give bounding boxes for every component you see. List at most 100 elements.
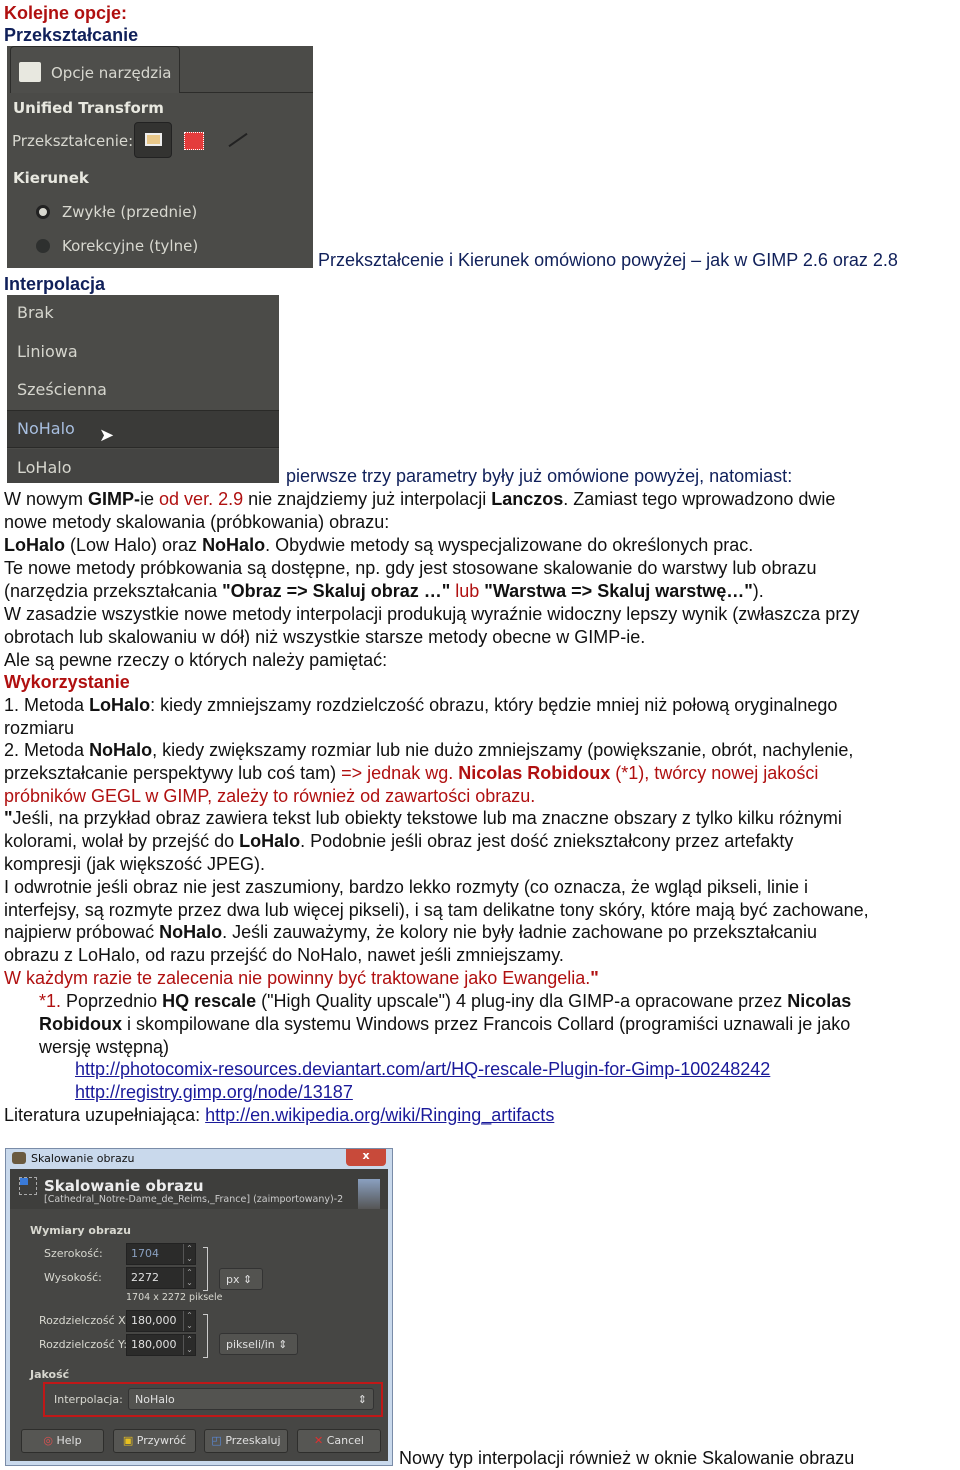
scale-button[interactable]: ◰ Przeskaluj — [204, 1429, 288, 1453]
text-segment: (narzędzia przekształcania — [4, 581, 223, 601]
close-button[interactable]: x — [346, 1149, 386, 1166]
window-title: Skalowanie obrazu — [31, 1152, 135, 1165]
scale-image-dialog: Skalowanie obrazu x Skalowanie obrazu [C… — [5, 1148, 393, 1466]
body-line: Te nowe metody próbkowania są dostępne, … — [4, 557, 816, 579]
transform-layer-button — [134, 122, 172, 158]
text-segment: 2. Metoda — [4, 740, 90, 760]
size-info: 1704 x 2272 piksele — [126, 1292, 223, 1303]
link[interactable]: http://registry.gimp.org/node/13187 — [75, 1082, 353, 1102]
quality-heading: Jakość — [30, 1368, 70, 1381]
text-segment: LoHalo — [239, 831, 301, 851]
text-segment: *1. — [39, 991, 62, 1011]
text-segment: Nicolas Robidoux — [458, 763, 611, 783]
text-segment: => jednak wg. — [341, 763, 459, 783]
text-segment: Jeśli, na przykład obraz zawiera tekst l… — [12, 808, 842, 828]
body-line: Robidoux i skompilowane dla systemu Wind… — [39, 1013, 850, 1035]
link[interactable]: http://en.wikipedia.org/wiki/Ringing_art… — [205, 1105, 554, 1125]
res-x-input[interactable]: 180,000 ⌃ ⌄ — [126, 1310, 196, 1332]
scale-icon: ◰ — [211, 1434, 222, 1447]
text-segment: rozmiaru — [4, 718, 75, 738]
interpolation-select[interactable]: NoHalo ⇕ — [128, 1388, 374, 1410]
res-unit-select[interactable]: pikseli/in ⇕ — [219, 1333, 298, 1355]
res-y-input[interactable]: 180,000 ⌃ ⌄ — [126, 1334, 196, 1356]
menu-item-nohalo: NoHalo — [17, 419, 75, 438]
interpolation-label: Interpolacja: — [54, 1393, 123, 1406]
transform-label: Przekształcenie: — [12, 132, 134, 150]
menu-item-lohalo: LoHalo — [17, 458, 72, 477]
body-line: wersję wstępną) — [39, 1036, 169, 1058]
text-segment: obrotach lub skalowaniu w dół) niż wszys… — [4, 627, 646, 647]
text-segment: 1. Metoda — [4, 695, 90, 715]
text-segment: Lanczos — [491, 489, 564, 509]
image-thumbnail — [358, 1179, 380, 1209]
height-input[interactable]: 2272 ⌃ ⌄ — [126, 1267, 196, 1289]
body-line: Ale są pewne rzeczy o których należy pam… — [4, 649, 387, 671]
text-segment: przekształcanie perspektywy lub coś tam) — [4, 763, 342, 783]
caption-interpolation: pierwsze trzy parametry były już omówion… — [286, 466, 793, 486]
body-line: kolorami, wolał by przejść do LoHalo. Po… — [4, 830, 793, 852]
text-segment: ie — [140, 489, 160, 509]
interpolation-menu-screenshot: Brak Liniowa Sześcienna NoHalo ➤ LoHalo — [7, 295, 279, 483]
body-line: http://registry.gimp.org/node/13187 — [75, 1081, 353, 1103]
chain-link-icon[interactable] — [203, 1247, 208, 1291]
cursor-icon: ➤ — [99, 425, 115, 446]
text-segment: obrazu z LoHalo, od razu przejść do NoHa… — [4, 945, 564, 965]
layer-icon — [145, 133, 162, 146]
text-segment: "Warstwa => Skaluj warstwę…" — [484, 581, 753, 601]
text-segment: nowe metody skalowania (próbkowania) obr… — [4, 512, 390, 532]
link[interactable]: http://photocomix-resources.deviantart.c… — [75, 1059, 770, 1079]
text-segment: Poprzednio — [61, 991, 163, 1011]
selection-icon — [184, 132, 204, 150]
cancel-icon: ✕ — [314, 1434, 324, 1447]
menu-item-cubic: Sześcienna — [17, 380, 107, 399]
text-segment: " — [590, 968, 599, 988]
radio-corrective — [36, 239, 50, 253]
text-segment: I odwrotnie jeśli obraz nie jest zaszumi… — [4, 877, 809, 897]
text-segment: Robidoux — [39, 1014, 122, 1034]
heading-next-options: Kolejne opcje: — [4, 3, 128, 23]
text-segment: wersję wstępną) — [39, 1037, 170, 1057]
text-segment: , kiedy zwiększamy rozmiar lub nie dużo … — [152, 740, 854, 760]
text-segment: najpierw próbować — [4, 922, 160, 942]
radio-normal — [36, 205, 50, 219]
text-segment: i skompilowane dla systemu Windows przez… — [122, 1014, 851, 1034]
text-segment: kolorami, wolał by przejść do — [4, 831, 240, 851]
body-line: przekształcanie perspektywy lub coś tam)… — [4, 762, 818, 784]
menu-item-none: Brak — [17, 303, 54, 322]
text-segment: . Jeśli zauważymy, że kolory nie były ła… — [222, 922, 818, 942]
scale-icon — [19, 1177, 37, 1195]
tab-label: Opcje narzędzia — [51, 64, 172, 82]
cancel-button[interactable]: ✕ Cancel — [297, 1429, 381, 1453]
body-line: najpierw próbować NoHalo. Jeśli zauważym… — [4, 921, 817, 943]
body-line: Literatura uzupełniająca: http://en.wiki… — [4, 1104, 554, 1126]
body-line: I odwrotnie jeśli obraz nie jest zaszumi… — [4, 876, 808, 898]
text-segment: Wykorzystanie — [4, 672, 130, 692]
width-input[interactable]: 1704 ⌃ ⌄ — [126, 1243, 196, 1265]
text-segment: GIMP- — [88, 489, 141, 509]
body-line: próbników GEGL w GIMP, zależy to również… — [4, 785, 535, 807]
res-y-label: Rozdzielczość Y: — [39, 1338, 128, 1351]
body-line: 2. Metoda NoHalo, kiedy zwiększamy rozmi… — [4, 739, 853, 761]
caption-dialog: Nowy typ interpolacji również w oknie Sk… — [399, 1448, 855, 1468]
text-segment: Ale są pewne rzeczy o których należy pam… — [4, 650, 388, 670]
text-segment: LoHalo — [4, 535, 65, 555]
tool-options-screenshot: Opcje narzędzia Unified Transform Przeks… — [7, 46, 313, 268]
text-segment: HQ rescale — [162, 991, 257, 1011]
unit-select[interactable]: px ⇕ — [219, 1268, 263, 1290]
text-segment: interfejsy, są rozmyte przez dwa lub wię… — [4, 900, 869, 920]
reset-icon: ▣ — [122, 1434, 134, 1447]
body-line: W każdym razie te zalecenia nie powinny … — [4, 967, 599, 989]
radio-normal-label: Zwykłe (przednie) — [62, 203, 198, 221]
text-segment: próbników GEGL w GIMP, zależy to również… — [4, 786, 536, 806]
text-segment: NoHalo — [159, 922, 223, 942]
text-segment: W każdym razie te zalecenia nie powinny … — [4, 968, 591, 988]
body-line: obrotach lub skalowaniu w dół) niż wszys… — [4, 626, 645, 648]
chain-link-icon[interactable] — [203, 1314, 208, 1358]
text-segment: Literatura uzupełniająca: — [4, 1105, 206, 1125]
text-segment: W nowym — [4, 489, 89, 509]
help-button[interactable]: ◎ Help — [21, 1429, 104, 1453]
text-segment: lub — [450, 581, 485, 601]
reset-button[interactable]: ▣ Przywróć — [113, 1429, 196, 1453]
body-line: "Jeśli, na przykład obraz zawiera tekst … — [4, 807, 842, 829]
text-segment: kompresji (jak większość JPEG). — [4, 854, 266, 874]
